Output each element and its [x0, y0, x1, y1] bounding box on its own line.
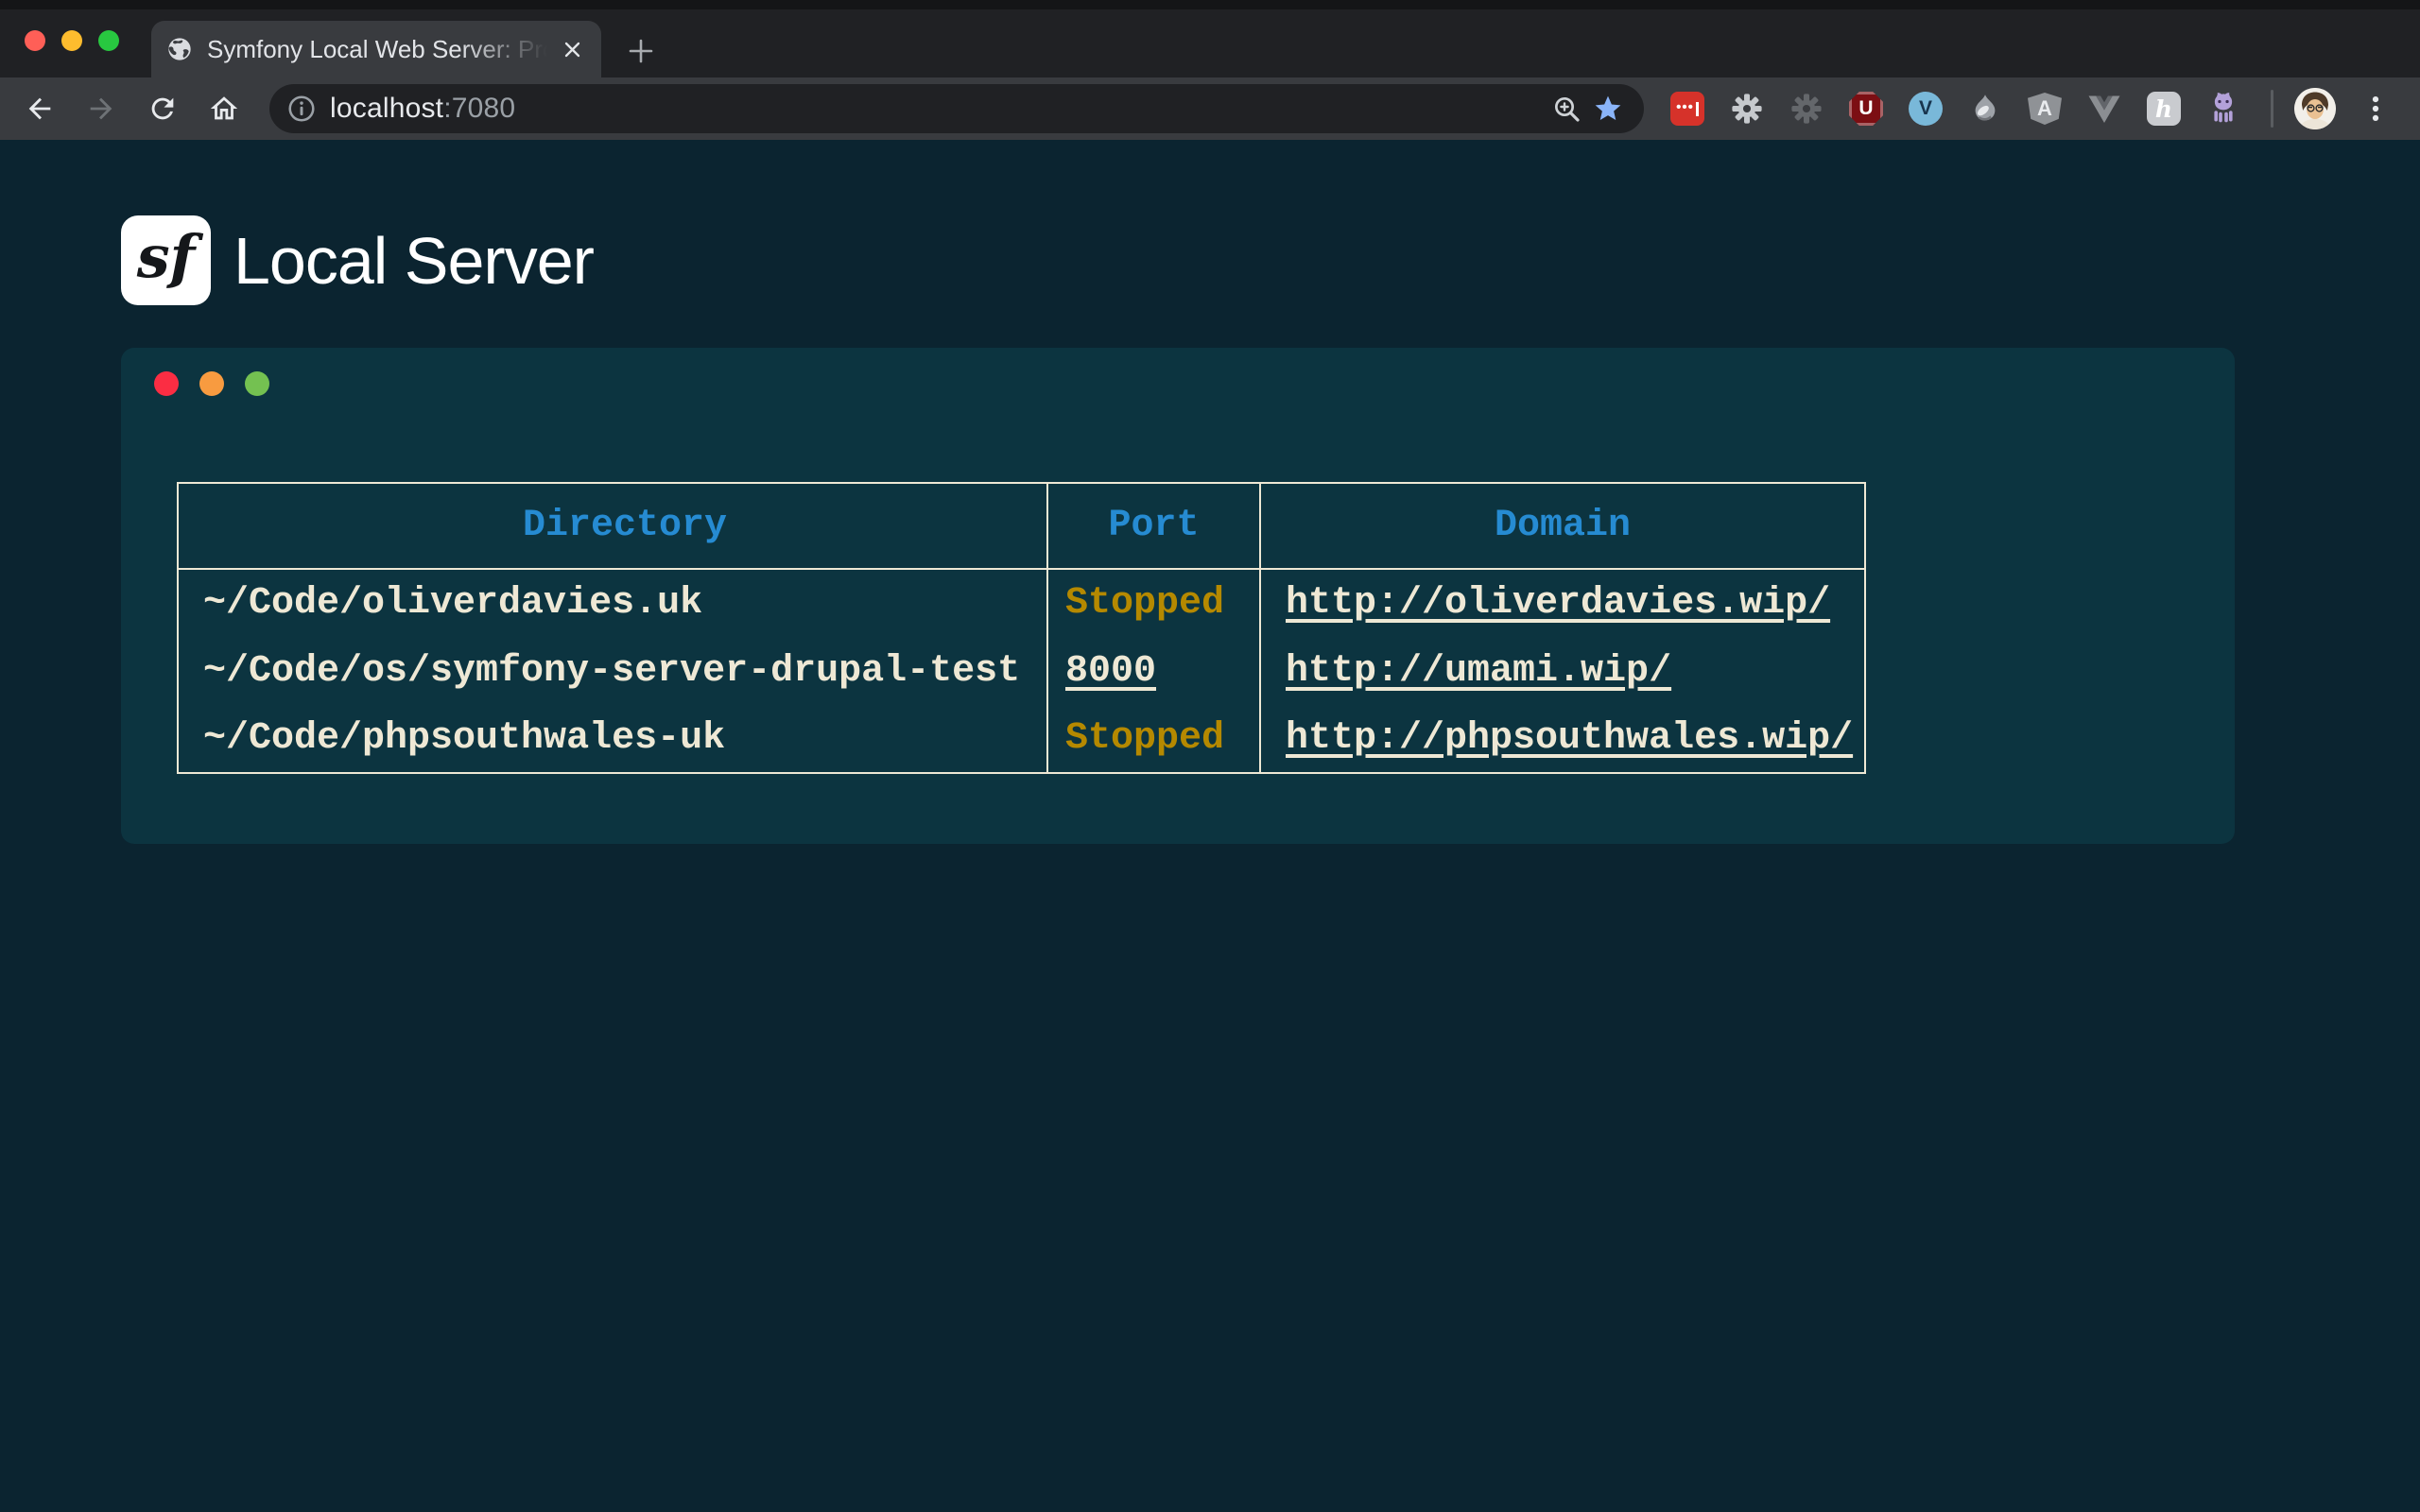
drupal-icon[interactable] — [1964, 88, 2006, 129]
panel-green-dot — [245, 371, 269, 396]
honey-icon[interactable]: h — [2143, 88, 2185, 129]
tab-close-icon[interactable] — [558, 35, 586, 63]
browser-tab[interactable]: Symfony Local Web Server: Prox — [151, 21, 601, 77]
address-bar[interactable]: localhost:7080 — [269, 84, 1644, 133]
window-minimize-button[interactable] — [61, 30, 82, 51]
port-status: Stopped — [1065, 582, 1224, 625]
vue-icon[interactable] — [2083, 88, 2125, 129]
lastpass-icon[interactable]: ••• — [1667, 88, 1708, 129]
port-link[interactable]: 8000 — [1065, 650, 1156, 693]
terminal-panel: Directory Port Domain ~/Code/oliverdavie… — [121, 348, 2235, 844]
globe-favicon-icon — [166, 36, 193, 62]
browser-menu-kebab-icon[interactable] — [2355, 88, 2396, 129]
directory-cell: ~/Code/oliverdavies.uk — [178, 569, 1047, 637]
window-zoom-button[interactable] — [98, 30, 119, 51]
url-text: localhost:7080 — [330, 93, 515, 125]
url-host: localhost — [330, 93, 443, 124]
directory-cell: ~/Code/phpsouthwales-uk — [178, 705, 1047, 773]
url-port: :7080 — [443, 93, 515, 124]
table-header-row: Directory Port Domain — [178, 483, 1865, 569]
settings-gear-disabled-icon[interactable] — [1786, 88, 1827, 129]
panel-window-dots — [154, 371, 269, 396]
table-row: ~/Code/phpsouthwales-uk Stopped http://p… — [178, 705, 1865, 773]
github-octocat-icon[interactable] — [2203, 88, 2244, 129]
angular-icon[interactable]: A — [2024, 88, 2066, 129]
window-top-edge — [0, 0, 2420, 9]
extensions-bar: ••• — [1667, 88, 2244, 129]
reload-button[interactable] — [140, 86, 185, 131]
column-header-port: Port — [1047, 483, 1260, 569]
servers-table: Directory Port Domain ~/Code/oliverdavie… — [177, 482, 1866, 774]
bookmark-star-icon[interactable] — [1587, 88, 1629, 129]
domain-link[interactable]: http://phpsouthwales.wip/ — [1286, 717, 1853, 760]
forward-button[interactable] — [78, 86, 124, 131]
toolbar-separator — [2271, 90, 2273, 128]
table-row: ~/Code/os/symfony-server-drupal-test 800… — [178, 637, 1865, 705]
window-close-button[interactable] — [25, 30, 45, 51]
panel-orange-dot — [199, 371, 224, 396]
zoom-icon[interactable] — [1546, 88, 1587, 129]
profile-avatar[interactable] — [2294, 88, 2336, 129]
ublock-origin-icon[interactable]: U — [1845, 88, 1887, 129]
home-button[interactable] — [201, 86, 247, 131]
column-header-directory: Directory — [178, 483, 1047, 569]
tab-title: Symfony Local Web Server: Prox — [207, 35, 558, 64]
page-title: Local Server — [233, 223, 594, 299]
back-button[interactable] — [17, 86, 62, 131]
symfony-logo-glyph: sf — [137, 222, 196, 291]
settings-gear-icon[interactable] — [1726, 88, 1768, 129]
page-content: sf Local Server Directory Port Domain ~/… — [0, 140, 2420, 1512]
window-controls — [25, 30, 119, 51]
symfony-logo-icon: sf — [121, 215, 211, 305]
panel-red-dot — [154, 371, 179, 396]
brand-header: sf Local Server — [121, 215, 594, 305]
column-header-domain: Domain — [1260, 483, 1865, 569]
browser-toolbar: localhost:7080 ••• — [0, 77, 2420, 140]
domain-link[interactable]: http://umami.wip/ — [1286, 650, 1671, 693]
tab-strip: Symfony Local Web Server: Prox — [0, 0, 2420, 77]
domain-link[interactable]: http://oliverdavies.wip/ — [1286, 582, 1830, 625]
new-tab-button[interactable] — [620, 32, 662, 70]
site-info-icon[interactable] — [286, 94, 317, 124]
table-row: ~/Code/oliverdavies.uk Stopped http://ol… — [178, 569, 1865, 637]
vimium-icon[interactable]: V — [1905, 88, 1946, 129]
port-status: Stopped — [1065, 717, 1224, 760]
directory-cell: ~/Code/os/symfony-server-drupal-test — [178, 637, 1047, 705]
